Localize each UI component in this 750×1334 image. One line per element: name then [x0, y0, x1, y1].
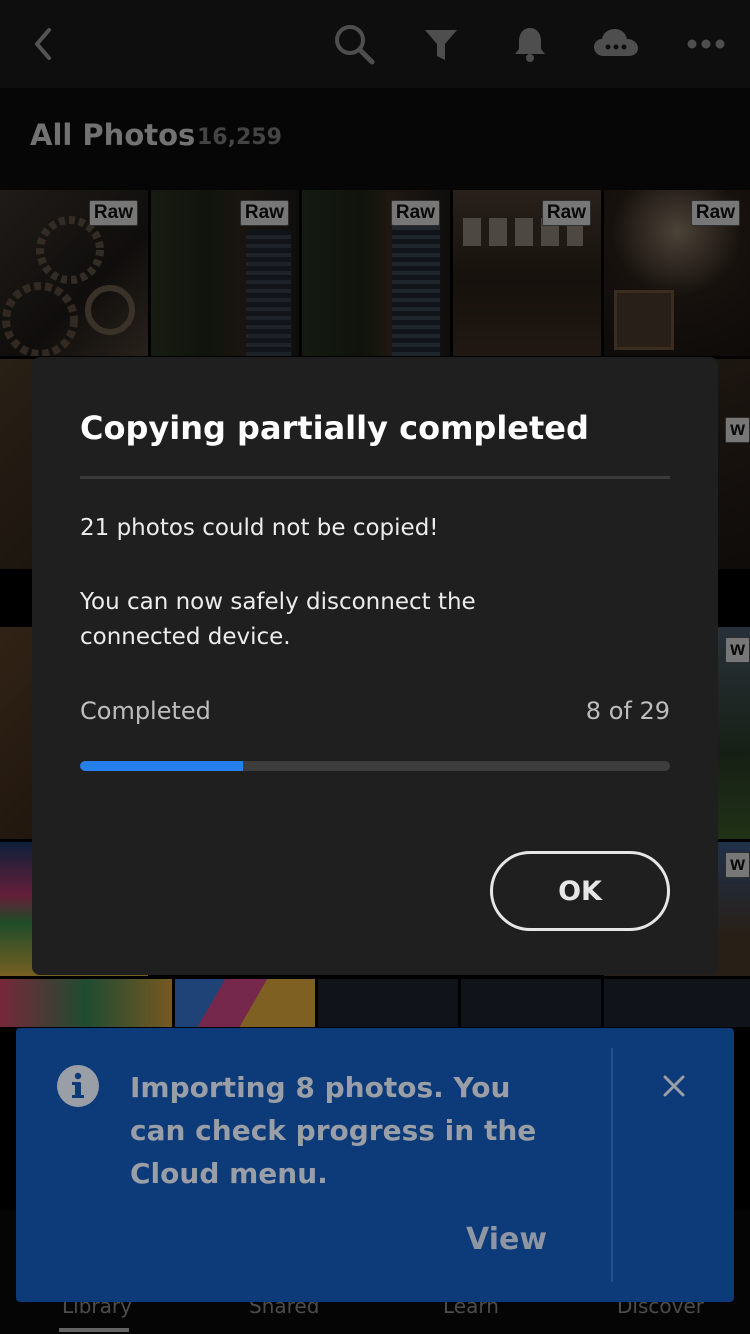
progress-count: 8 of 29 — [585, 697, 670, 725]
dialog-title: Copying partially completed — [80, 409, 589, 447]
dialog-divider — [80, 476, 670, 479]
progress-bar-fill — [80, 761, 243, 771]
dialog-error-message: 21 photos could not be copied! — [80, 515, 439, 541]
view-button[interactable]: View — [466, 1222, 547, 1257]
dialog-info-message: You can now safely disconnect the connec… — [80, 589, 476, 650]
progress-bar — [80, 761, 670, 771]
close-icon[interactable] — [656, 1068, 692, 1104]
progress-label: Completed — [80, 697, 211, 725]
ok-button[interactable]: OK — [490, 851, 670, 931]
info-icon — [56, 1064, 100, 1108]
import-toast: Importing 8 photos. You can check progre… — [16, 1028, 734, 1302]
copy-status-dialog: Copying partially completed 21 photos co… — [32, 357, 718, 975]
toast-message: Importing 8 photos. You can check progre… — [130, 1071, 537, 1190]
toast-divider — [611, 1048, 613, 1282]
